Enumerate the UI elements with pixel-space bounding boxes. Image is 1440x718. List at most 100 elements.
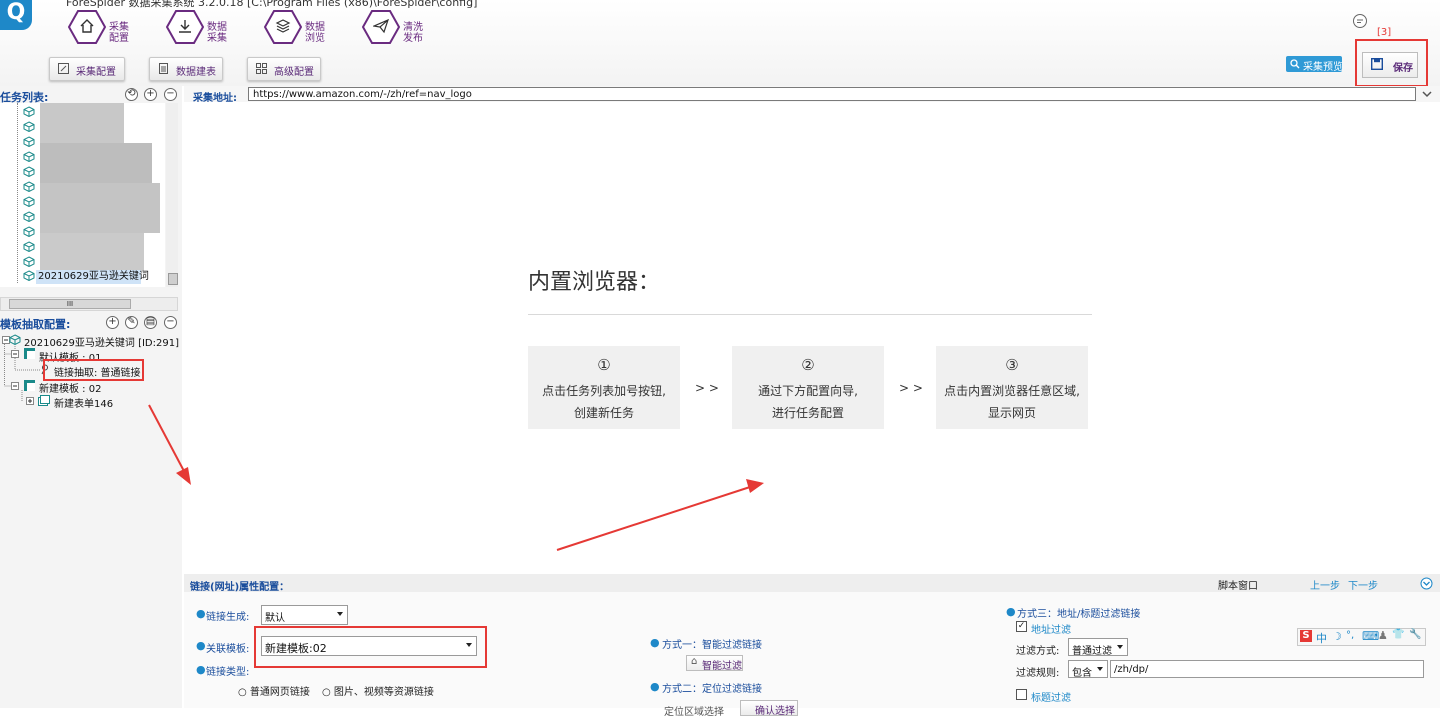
window-title: ForeSpider 数据采集系统 3.2.0.18 [C:\Program F… (66, 0, 478, 9)
remove-template-button[interactable]: − (164, 316, 177, 329)
cube-icon (23, 241, 35, 252)
next-step-link[interactable]: 下一步 (1348, 577, 1378, 592)
nav-label: 清洗 发布 (403, 22, 423, 44)
nav-clean-publish[interactable]: 清洗 发布 (362, 10, 428, 46)
bullet: ● (650, 636, 660, 649)
method1-label: 方式一：智能过滤链接 (662, 640, 762, 651)
template-label: 关联模板: (206, 644, 250, 655)
radio-resource-link[interactable]: ○ 图片、视频等资源链接 (322, 683, 434, 698)
filter-rule-input[interactable]: /zh/dp/ (1110, 660, 1424, 678)
collapse-icon[interactable] (11, 350, 19, 358)
step-card-3: ③ 点击内置浏览器任意区域, 显示网页 (936, 346, 1088, 429)
nav-label: 数据 采集 (207, 22, 227, 44)
expand-icon[interactable] (26, 397, 34, 405)
tab-advanced-config[interactable]: 高级配置 (247, 57, 321, 81)
edit-template-button[interactable]: ✎ (125, 316, 138, 329)
addr-filter-label: 地址过滤 (1031, 625, 1071, 636)
prev-step-link[interactable]: 上一步 (1310, 577, 1340, 592)
template-icon (24, 380, 35, 391)
ime-toolbar[interactable]: S 中 ☽ °, ⌨ ♟ 👕 🔧 (1297, 628, 1426, 646)
radio-label: 图片、视频等资源链接 (333, 687, 434, 698)
filter-mode-label: 过滤方式: (1016, 646, 1060, 657)
select-value: 包含 (1072, 668, 1092, 679)
url-input[interactable] (248, 87, 1416, 101)
script-window-link[interactable]: 脚本窗口 (1218, 577, 1258, 592)
blurred-task-names (40, 233, 144, 271)
step-arrow: > > (695, 381, 719, 395)
layers-icon (275, 19, 291, 33)
blurred-task-names (40, 103, 124, 143)
confirm-select-button[interactable]: 确认选择 (740, 700, 798, 717)
ime-logo-icon[interactable]: S (1300, 630, 1312, 642)
step-number: ① (597, 356, 611, 374)
tree-line (17, 103, 19, 283)
input-value: /zh/dp/ (1114, 664, 1149, 675)
ime-user-icon[interactable]: ♟ (1378, 629, 1388, 642)
scroll-thumb[interactable]: III (9, 299, 131, 309)
link-gen-select[interactable]: 默认 (261, 605, 348, 625)
refresh-task-button[interactable]: ⟲ (125, 88, 138, 101)
nav-data-collect[interactable]: 数据 采集 (166, 10, 232, 46)
tab-data-table[interactable]: 数据建表 (149, 57, 223, 81)
smart-filter-button[interactable]: ⌂ 智能过滤 (686, 655, 743, 672)
ime-keyboard-icon[interactable]: ⌨ (1362, 629, 1379, 643)
send-icon (373, 18, 389, 34)
form-icon (38, 395, 50, 406)
cube-icon (23, 166, 35, 177)
preview-button[interactable]: 采集预览 (1286, 56, 1343, 73)
new-form-item[interactable]: 新建表单146 (54, 395, 113, 410)
app-logo: Q (0, 0, 32, 30)
ime-moon-icon[interactable]: ☽ (1332, 630, 1342, 643)
link-gen-label: 链接生成: (206, 612, 250, 623)
ime-skin-icon[interactable]: 👕 (1392, 629, 1404, 640)
caret-down-icon (1097, 667, 1103, 671)
ime-punct-icon[interactable]: °, (1346, 630, 1354, 641)
chevron-down-icon[interactable] (1422, 91, 1432, 98)
cube-icon (9, 334, 21, 345)
scroll-thumb[interactable] (168, 273, 178, 285)
select-value: 普通过滤 (1072, 646, 1112, 657)
bullet: ● (1006, 605, 1016, 618)
template-root[interactable]: 20210629亚马逊关键词 [ID:291] (24, 334, 179, 349)
add-template-button[interactable]: + (106, 316, 119, 329)
addr-filter-checkbox[interactable]: ✓ (1016, 621, 1027, 632)
download-icon (179, 20, 191, 33)
title-filter-label: 标题过滤 (1031, 693, 1071, 704)
blurred-task-names (40, 143, 152, 183)
collapse-icon[interactable] (11, 382, 19, 390)
step-number: ③ (1005, 356, 1019, 374)
new-template-item[interactable]: 新建模板 : 02 (39, 380, 101, 395)
step-line: 显示网页 (987, 406, 1036, 420)
filter-mode-select[interactable]: 普通过滤 (1068, 638, 1128, 657)
radio-normal-link[interactable]: ○ 普通网页链接 (238, 683, 310, 698)
filter-rule-op-select[interactable]: 包含 (1068, 660, 1108, 679)
ime-chinese-icon[interactable]: 中 (1316, 630, 1327, 646)
confirm-select-label: 确认选择 (755, 706, 795, 717)
step-number: ② (801, 356, 815, 374)
highlight-box-link-extract (43, 359, 144, 381)
title-filter-checkbox[interactable] (1016, 689, 1027, 700)
browser-title: 内置浏览器： (528, 270, 661, 295)
tab-collect-config[interactable]: 采集配置 (49, 57, 125, 81)
home-icon (80, 19, 94, 33)
collapse-panel-icon[interactable] (1420, 577, 1433, 590)
divider (528, 314, 1092, 315)
document-icon (159, 63, 168, 74)
nav-data-browse[interactable]: 数据 浏览 (264, 10, 330, 46)
task-item-selected[interactable]: 20210629亚马逊关键词 (36, 270, 149, 284)
add-task-button[interactable]: + (144, 88, 157, 101)
task-list-vscroll[interactable] (166, 103, 178, 287)
chat-icon[interactable] (1352, 13, 1368, 29)
step-arrow: > > (899, 381, 923, 395)
nav-collect-config[interactable]: 采集 配置 (68, 10, 134, 46)
ime-settings-icon[interactable]: 🔧 (1409, 629, 1421, 640)
search-icon (1290, 59, 1300, 69)
cube-icon (23, 181, 35, 192)
radio-label: 普通网页链接 (249, 687, 310, 698)
copy-template-button[interactable]: ▤ (144, 316, 157, 329)
url-label: 采集地址: (193, 93, 237, 104)
bullet: ● (196, 607, 206, 620)
step-line: 点击内置浏览器任意区域, (944, 384, 1080, 398)
remove-task-button[interactable]: − (164, 88, 177, 101)
task-list-hscroll[interactable]: III (0, 297, 178, 311)
